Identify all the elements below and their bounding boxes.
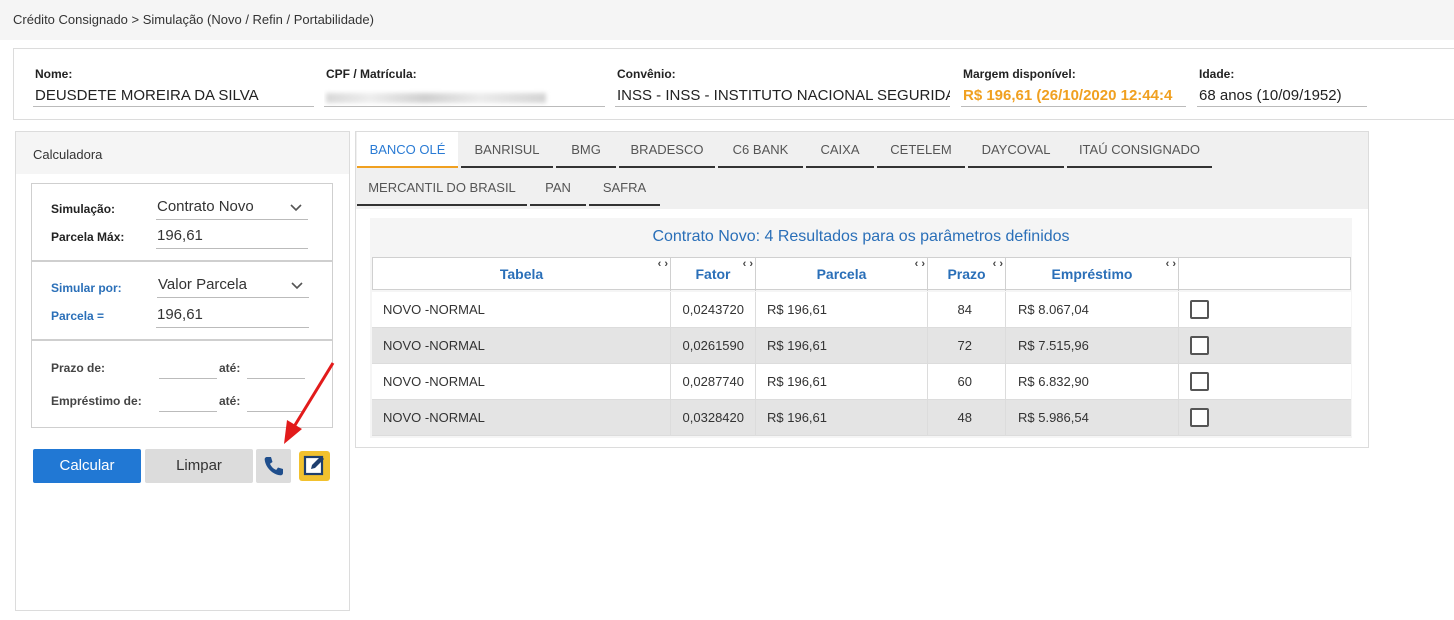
redacted-cpf	[326, 93, 546, 103]
table-row[interactable]: NOVO -NORMAL 0,0287740 R$ 196,61 60 R$ 6…	[372, 364, 1351, 400]
cell-emprestimo: R$ 8.067,04	[1006, 292, 1179, 328]
parcela-input[interactable]: 196,61	[156, 304, 309, 328]
simulacao-value: Contrato Novo	[157, 198, 254, 215]
simulacao-select[interactable]: Contrato Novo	[156, 196, 308, 220]
emprestimo-ate-label: até:	[219, 394, 241, 408]
sort-icon[interactable]: ‹ ›	[743, 248, 753, 281]
tab-c6-bank[interactable]: C6 BANK	[718, 132, 803, 168]
prazo-de-input[interactable]	[159, 357, 217, 379]
sort-icon[interactable]: ‹ ›	[915, 248, 925, 281]
sort-icon[interactable]: ‹ ›	[1166, 248, 1176, 281]
convenio-label: Convênio:	[617, 67, 676, 81]
cpf-field[interactable]	[324, 85, 605, 107]
cell-parcela: R$ 196,61	[756, 292, 928, 328]
cell-fator: 0,0287740	[671, 364, 756, 400]
table-row[interactable]: NOVO -NORMAL 0,0243720 R$ 196,61 84 R$ 8…	[372, 292, 1351, 328]
cell-emprestimo: R$ 7.515,96	[1006, 328, 1179, 364]
cell-tabela: NOVO -NORMAL	[372, 400, 671, 436]
idade-field[interactable]: 68 anos (10/09/1952)	[1197, 85, 1367, 107]
phone-button[interactable]	[256, 449, 291, 483]
simular-por-value: Valor Parcela	[158, 276, 247, 293]
tab-pan[interactable]: PAN	[530, 170, 586, 206]
col-tabela[interactable]: Tabela ‹ ›	[373, 258, 671, 291]
breadcrumb: Crédito Consignado > Simulação (Novo / R…	[13, 12, 374, 27]
row-checkbox[interactable]	[1190, 336, 1209, 355]
cell-tabela: NOVO -NORMAL	[372, 328, 671, 364]
table-row[interactable]: NOVO -NORMAL 0,0261590 R$ 196,61 72 R$ 7…	[372, 328, 1351, 364]
cell-parcela: R$ 196,61	[756, 328, 928, 364]
tab-cetelem[interactable]: CETELEM	[877, 132, 965, 168]
tab-itau-consignado[interactable]: ITAÚ CONSIGNADO	[1067, 132, 1212, 168]
cell-parcela: R$ 196,61	[756, 364, 928, 400]
cell-prazo: 48	[928, 400, 1006, 436]
simulacao-label: Simulação:	[51, 202, 116, 216]
parcela-max-input[interactable]: 196,61	[156, 225, 308, 249]
convenio-field[interactable]: INSS - INSS - INSTITUTO NACIONAL SEGURID…	[615, 85, 950, 107]
cell-parcela: R$ 196,61	[756, 400, 928, 436]
tab-daycoval[interactable]: DAYCOVAL	[968, 132, 1064, 168]
col-emprestimo[interactable]: Empréstimo ‹ ›	[1006, 258, 1179, 291]
prazo-de-label: Prazo de:	[51, 361, 106, 375]
cell-prazo: 72	[928, 328, 1006, 364]
emprestimo-de-label: Empréstimo de:	[51, 394, 142, 408]
cell-emprestimo: R$ 6.832,90	[1006, 364, 1179, 400]
table-row[interactable]: NOVO -NORMAL 0,0328420 R$ 196,61 48 R$ 5…	[372, 400, 1351, 436]
tab-bradesco[interactable]: BRADESCO	[619, 132, 715, 168]
cell-prazo: 60	[928, 364, 1006, 400]
cell-fator: 0,0243720	[671, 292, 756, 328]
simular-por-select[interactable]: Valor Parcela	[157, 274, 309, 298]
red-arrow-annotation	[278, 358, 338, 451]
col-prazo[interactable]: Prazo ‹ ›	[928, 258, 1006, 291]
prazo-ate-label: até:	[219, 361, 241, 375]
nome-label: Nome:	[35, 67, 73, 81]
row-checkbox[interactable]	[1190, 372, 1209, 391]
parcela-max-label: Parcela Máx:	[51, 230, 125, 244]
results-title: Contrato Novo: 4 Resultados para os parâ…	[652, 228, 1070, 245]
limpar-button[interactable]: Limpar	[145, 449, 253, 483]
cpf-label: CPF / Matrícula:	[326, 67, 417, 81]
tab-bmg[interactable]: BMG	[556, 132, 616, 168]
client-header-panel	[13, 48, 1454, 120]
row-checkbox[interactable]	[1190, 300, 1209, 319]
cell-emprestimo: R$ 5.986,54	[1006, 400, 1179, 436]
cell-fator: 0,0261590	[671, 328, 756, 364]
tab-banrisul[interactable]: BANRISUL	[461, 132, 553, 168]
margem-label: Margem disponível:	[963, 67, 1076, 81]
divider	[32, 260, 332, 262]
simular-por-label: Simular por:	[51, 281, 122, 295]
sort-icon[interactable]: ‹ ›	[993, 248, 1003, 281]
parcela-label: Parcela =	[51, 309, 105, 323]
edit-icon	[303, 454, 326, 480]
edit-button[interactable]	[299, 451, 330, 481]
sort-icon[interactable]: ‹ ›	[658, 248, 668, 281]
cell-prazo: 84	[928, 292, 1006, 328]
calculator-title: Calculadora	[33, 147, 103, 162]
chevron-down-icon	[290, 196, 302, 218]
tab-mercantil-do-brasil[interactable]: MERCANTIL DO BRASIL	[357, 170, 527, 206]
idade-label: Idade:	[1199, 67, 1235, 81]
cell-tabela: NOVO -NORMAL	[372, 292, 671, 328]
divider	[32, 339, 332, 341]
col-fator[interactable]: Fator ‹ ›	[671, 258, 756, 291]
tab-banco-ole[interactable]: BANCO OLÉ	[357, 132, 458, 168]
calcular-button[interactable]: Calcular	[33, 449, 141, 483]
emprestimo-de-input[interactable]	[159, 390, 217, 412]
phone-icon	[262, 454, 286, 481]
row-checkbox[interactable]	[1190, 408, 1209, 427]
nome-field[interactable]: DEUSDETE MOREIRA DA SILVA	[33, 85, 314, 107]
col-parcela[interactable]: Parcela ‹ ›	[756, 258, 928, 291]
tab-caixa[interactable]: CAIXA	[806, 132, 874, 168]
chevron-down-icon	[291, 274, 303, 296]
cell-fator: 0,0328420	[671, 400, 756, 436]
cell-tabela: NOVO -NORMAL	[372, 364, 671, 400]
margem-field[interactable]: R$ 196,61 (26/10/2020 12:44:4	[961, 85, 1186, 107]
tab-safra[interactable]: SAFRA	[589, 170, 660, 206]
